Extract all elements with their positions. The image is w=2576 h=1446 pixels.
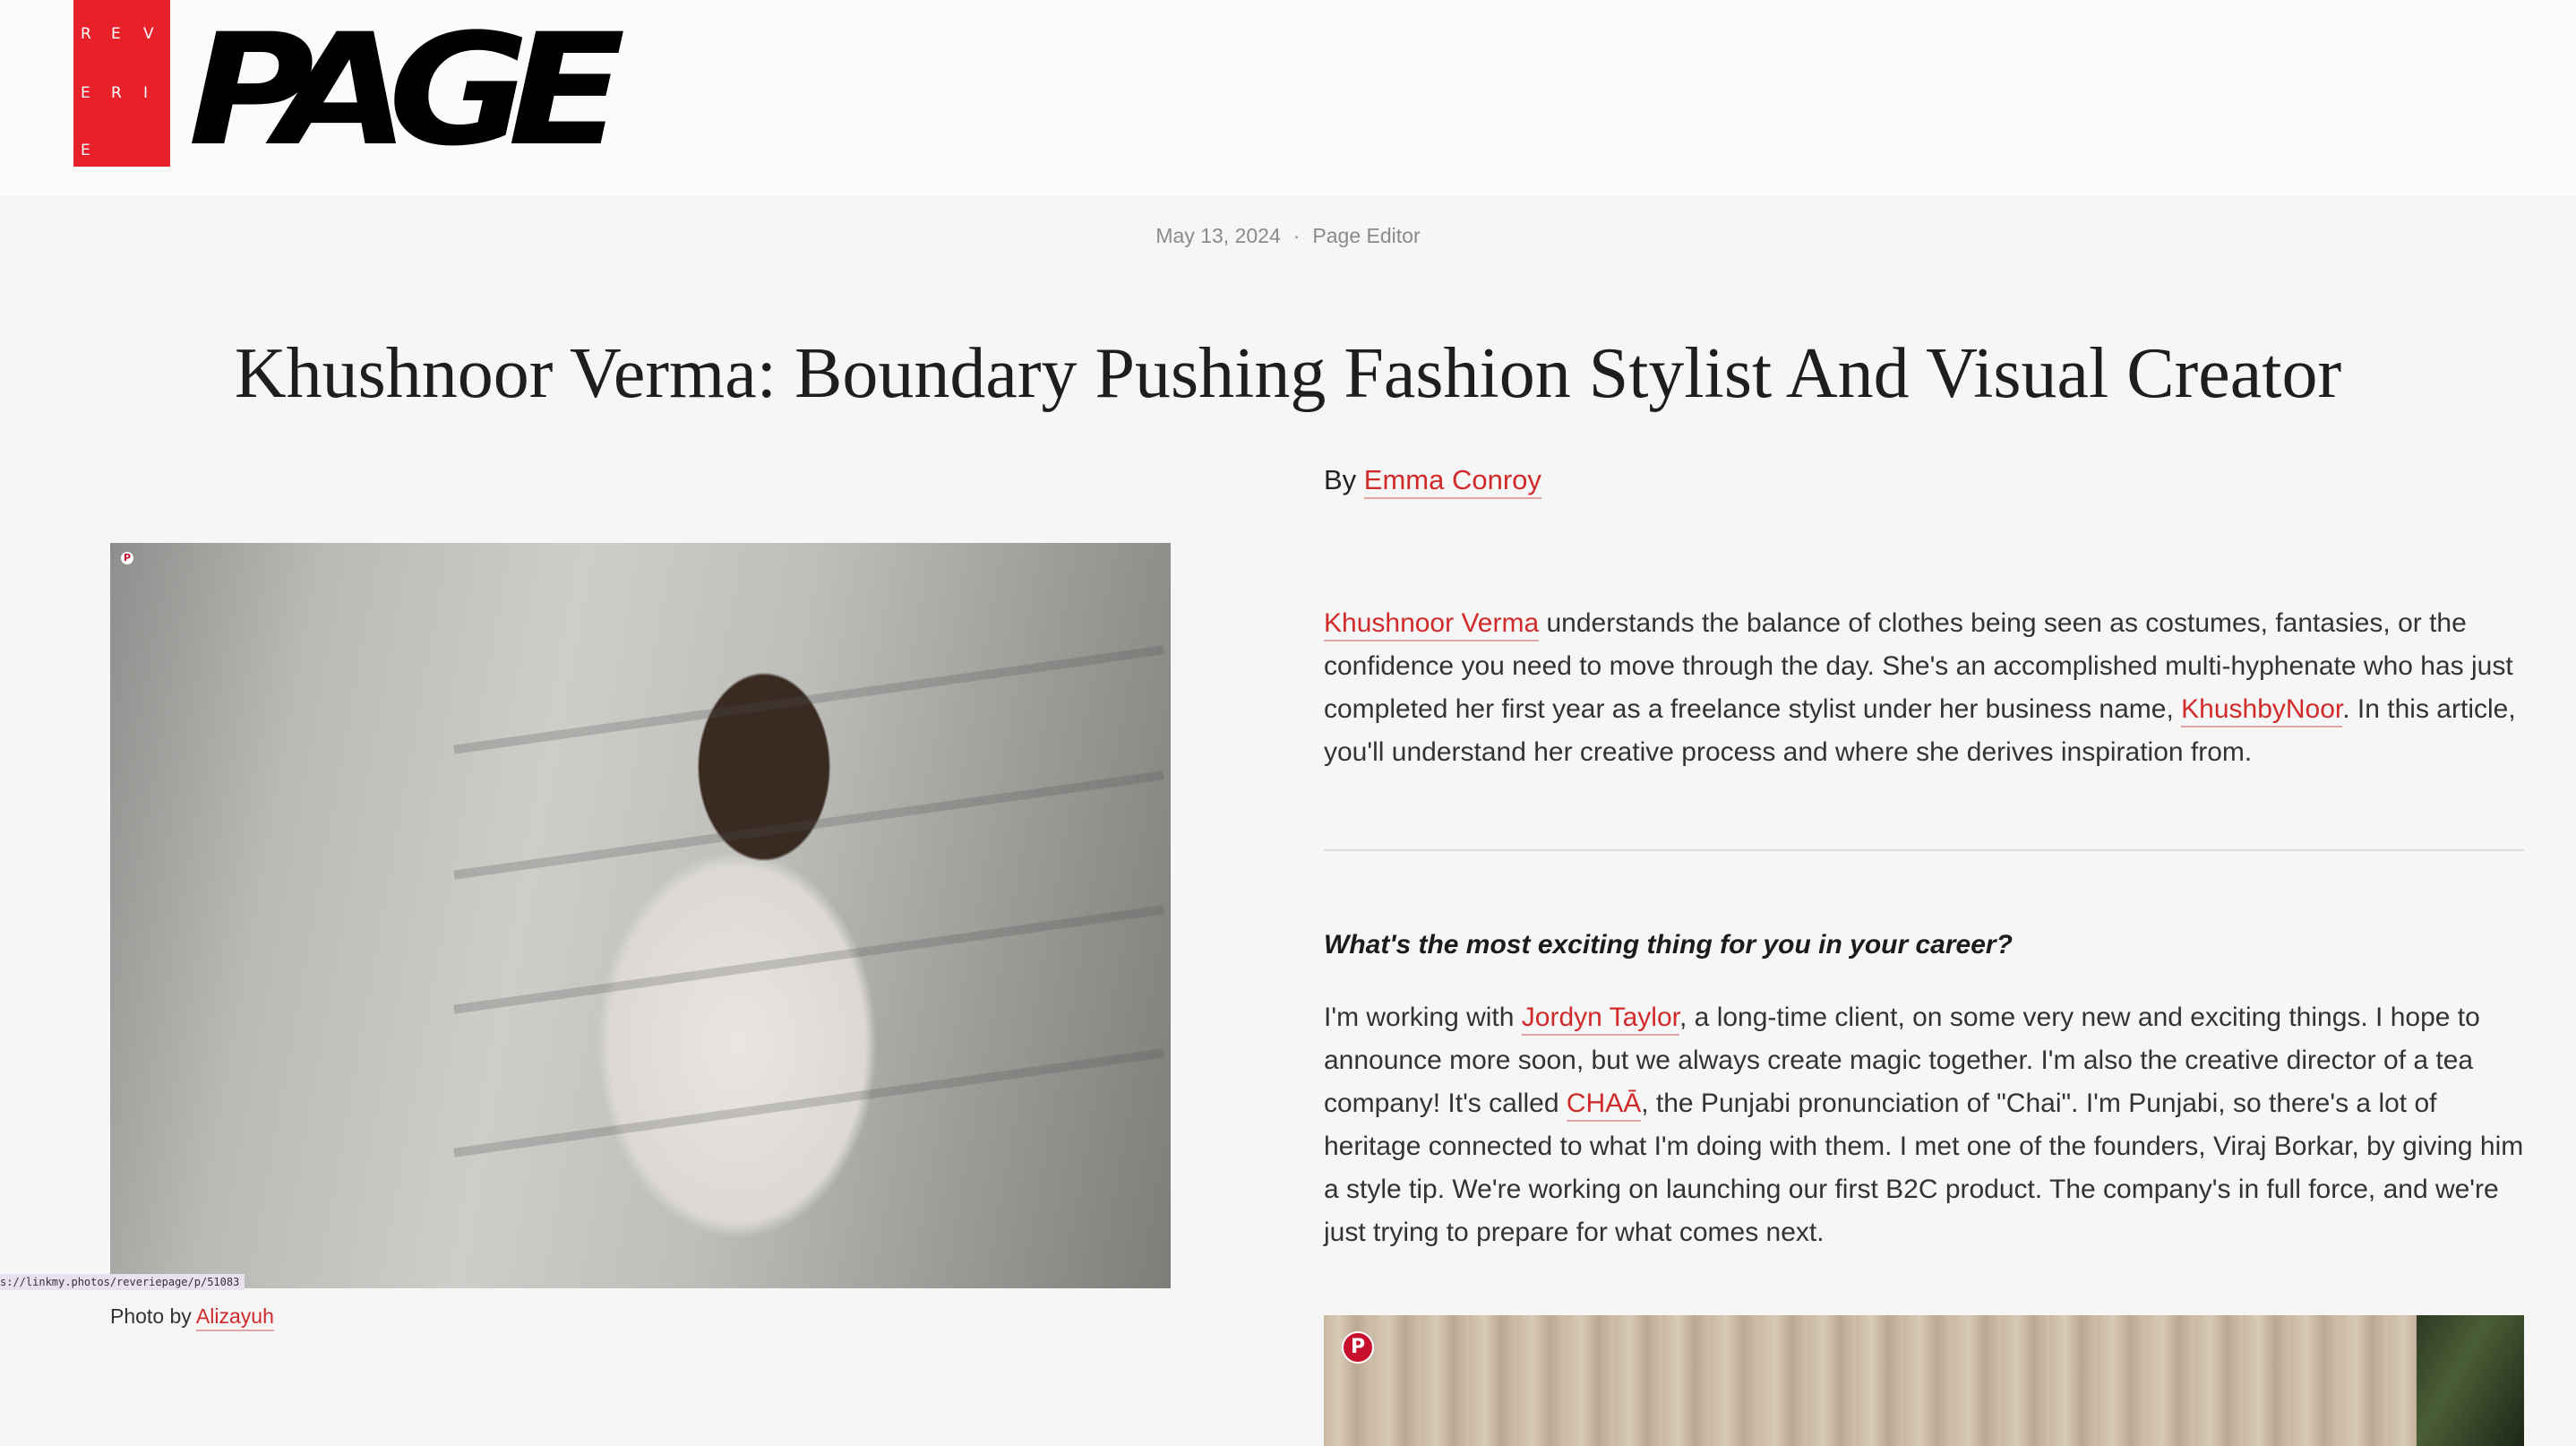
interview-question: What's the most exciting thing for you i… <box>1324 930 2013 960</box>
byline-author-link[interactable]: Emma Conroy <box>1363 464 1541 499</box>
intro-paragraph: Khushnoor Verma understands the balance … <box>1324 602 2524 774</box>
logo-page-wordmark[interactable]: PAGE <box>188 13 625 168</box>
pinterest-icon[interactable]: P <box>1342 1331 1374 1364</box>
business-link[interactable]: KhushbyNoor <box>2181 694 2343 727</box>
article-photo: P <box>110 543 1171 1288</box>
section-divider <box>1324 849 2524 851</box>
photo-stair-edge <box>453 1048 1164 1158</box>
logo-letter: R <box>111 84 122 102</box>
site-header: R E V E R I E PAGE <box>0 0 2576 195</box>
logo-letter: E <box>81 84 90 102</box>
answer-paragraph: I'm working with Jordyn Taylor, a long-t… <box>1324 996 2524 1254</box>
photo-stair-edge <box>453 770 1164 880</box>
company-link[interactable]: CHAĀ <box>1566 1089 1642 1122</box>
logo-letter: E <box>81 142 90 159</box>
byline: By Emma Conroy <box>1324 464 1541 499</box>
pinterest-icon[interactable]: P <box>121 552 133 564</box>
photo-caption: Photo by Alizayuh <box>110 1304 274 1331</box>
logo-letter: V <box>143 25 154 43</box>
status-url-badge: s://linkmy.photos/reveriepage/p/51083 <box>0 1274 245 1290</box>
caption-credit-link[interactable]: Alizayuh <box>195 1304 274 1331</box>
photo-stair-edge <box>453 645 1164 754</box>
logo-reverie-box[interactable]: R E V E R I E <box>73 0 170 167</box>
photo-stair-edge <box>453 905 1164 1014</box>
photo-plant <box>2417 1315 2524 1446</box>
client-link[interactable]: Jordyn Taylor <box>1521 1003 1679 1036</box>
meta-author[interactable]: Page Editor <box>1312 224 1420 247</box>
article-meta: May 13, 2024 · Page Editor <box>0 224 2576 248</box>
logo-letter: R <box>81 25 91 43</box>
second-article-photo: P <box>1324 1315 2524 1446</box>
article-title: Khushnoor Verma: Boundary Pushing Fashio… <box>234 334 2342 413</box>
publish-date: May 13, 2024 <box>1155 224 1281 247</box>
answer-text: I'm working with <box>1324 1003 1522 1032</box>
logo-letter: E <box>111 25 121 43</box>
meta-separator: · <box>1292 224 1301 247</box>
logo-letter: I <box>143 84 149 102</box>
subject-link[interactable]: Khushnoor Verma <box>1324 608 1540 641</box>
byline-prefix: By <box>1324 464 1364 495</box>
caption-prefix: Photo by <box>110 1304 196 1328</box>
